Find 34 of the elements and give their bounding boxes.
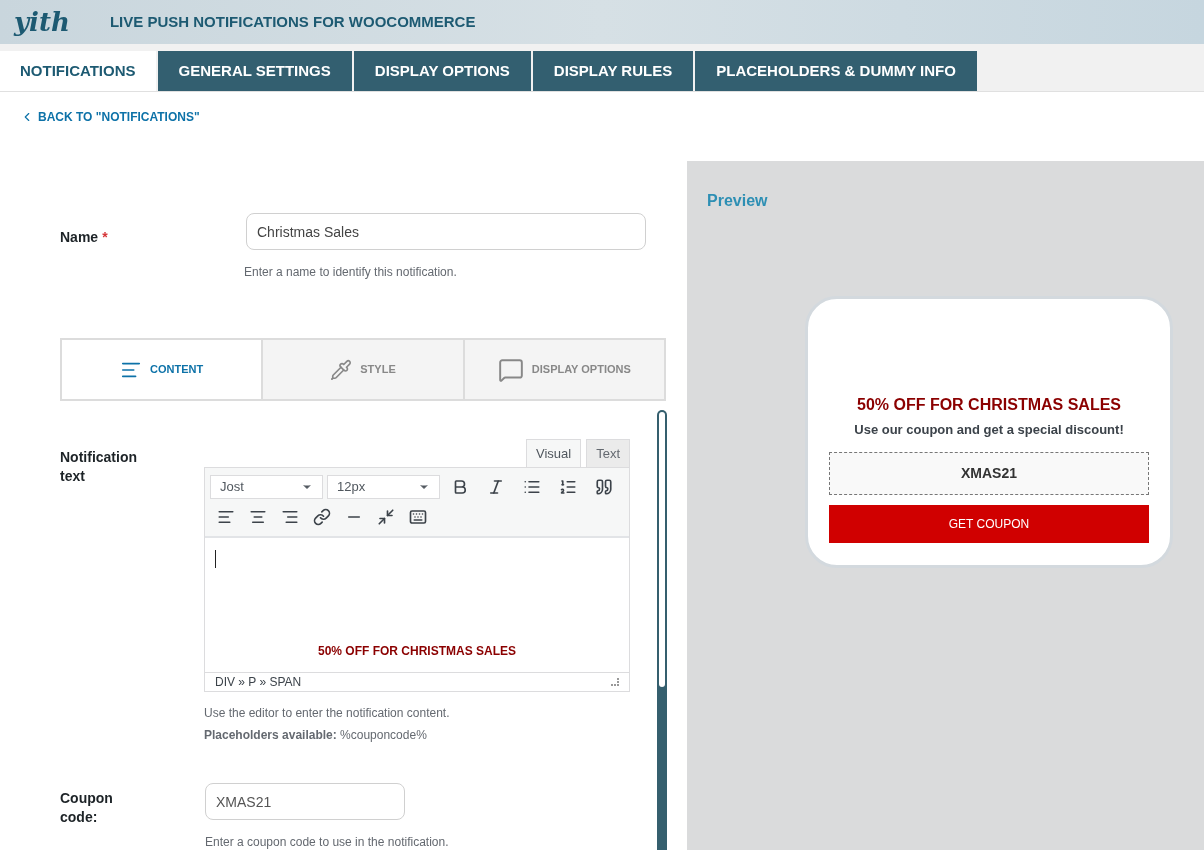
preview-subtitle: Use our coupon and get a special discount! <box>854 420 1124 439</box>
nav-tab[interactable]: NOTIFICATIONS <box>0 51 156 91</box>
help-text: Enter a coupon code to use in the notification. <box>205 834 449 850</box>
nav-tab[interactable]: GENERAL SETTINGS <box>157 51 352 91</box>
coupon-code-input[interactable]: XMAS21 <box>205 783 405 820</box>
editor-heading: 50% OFF FOR CHRISTMAS SALES <box>317 643 517 660</box>
nav-tab[interactable]: PLACEHOLDERS & DUMMY INFO <box>695 51 977 91</box>
editor-tab[interactable]: Visual <box>525 439 582 468</box>
element-path: DIV » P » SPAN <box>215 674 302 691</box>
notification-text-label: Notification text <box>60 448 138 486</box>
name-input[interactable]: Christmas Sales <box>246 213 646 250</box>
preview-title: Preview <box>707 191 769 211</box>
back-link[interactable]: BACK TO "NOTIFICATIONS" <box>20 108 1204 126</box>
name-label: Name <box>60 229 99 245</box>
size-select[interactable]: 12px <box>327 475 440 499</box>
nav-tab[interactable]: DISPLAY OPTIONS <box>353 51 531 91</box>
coupon-code-label: Coupon code: <box>60 789 114 827</box>
placeholders-text: Placeholders available: %couponcode% <box>204 727 428 744</box>
scrollbar[interactable] <box>657 410 667 850</box>
plugin-title: LIVE PUSH NOTIFICATIONS FOR WOOCOMMERCE <box>109 11 476 32</box>
required-asterisk: * <box>102 229 108 245</box>
help-text: Use the editor to enter the notification content. <box>204 705 451 722</box>
help-text: Enter a name to identify this notification. <box>244 264 458 281</box>
font-select[interactable]: Jost <box>210 475 323 499</box>
editor-tab[interactable]: Text <box>586 439 630 468</box>
nav-tab[interactable]: DISPLAY RULES <box>532 51 694 91</box>
preview-heading: 50% OFF FOR CHRISTMAS SALES <box>857 394 1121 415</box>
speech-bubble-icon <box>497 356 524 383</box>
resize-handle[interactable] <box>611 678 619 686</box>
text-cursor <box>215 550 216 568</box>
coupon-code-box: XMAS21 <box>829 452 1149 495</box>
logo: yith <box>14 9 70 35</box>
eyedropper-icon <box>330 358 353 381</box>
get-coupon-button[interactable]: GET COUPON <box>829 505 1149 543</box>
